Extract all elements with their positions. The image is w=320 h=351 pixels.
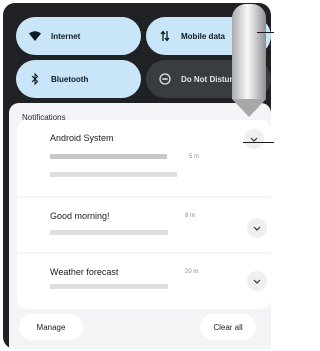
wifi-icon [29,30,41,42]
bluetooth-icon [29,73,41,85]
do-not-disturb-tile-label: Do Not Disturb [181,74,238,84]
chevron-down-icon[interactable] [247,271,267,291]
notification-time: 5 m [189,154,200,160]
notification-title: Android System [50,133,114,143]
notification-title: Good morning! [50,211,110,221]
chevron-down-icon[interactable] [247,218,267,238]
annotation-pointer-line [243,142,274,143]
notification-card-weather-forecast[interactable]: Weather forecast 20 m [17,254,271,309]
notification-text-placeholder [50,284,168,289]
annotation-pointer-line [257,32,274,33]
notification-title: Weather forecast [50,267,119,277]
mobile-data-tile-label: Mobile data [181,31,226,41]
pull-down-gesture-arrow-tip [232,99,266,117]
notification-time: 20 m [185,269,199,275]
bluetooth-tile-label: Bluetooth [51,74,89,84]
notification-card-android-system[interactable]: Android System 5 m [17,120,271,196]
mobile-data-arrows-icon [159,30,171,42]
notification-text-placeholder [50,172,177,177]
pull-down-gesture-arrow[interactable] [232,4,266,99]
expand-icon[interactable] [244,129,264,149]
manage-button[interactable]: Manage [19,314,83,340]
clear-all-button[interactable]: Clear all [200,314,256,340]
notification-card-good-morning[interactable]: Good morning! 8 m [17,198,271,252]
do-not-disturb-icon [159,73,171,85]
internet-tile-label: Internet [51,31,81,41]
notifications-panel: Notifications Android System 5 m Good mo… [9,103,271,349]
notification-time: 8 m [185,213,196,219]
internet-tile[interactable]: Internet [16,17,141,55]
notification-text-placeholder [50,230,168,235]
notification-text-placeholder [50,154,167,159]
bluetooth-tile[interactable]: Bluetooth [16,60,141,98]
